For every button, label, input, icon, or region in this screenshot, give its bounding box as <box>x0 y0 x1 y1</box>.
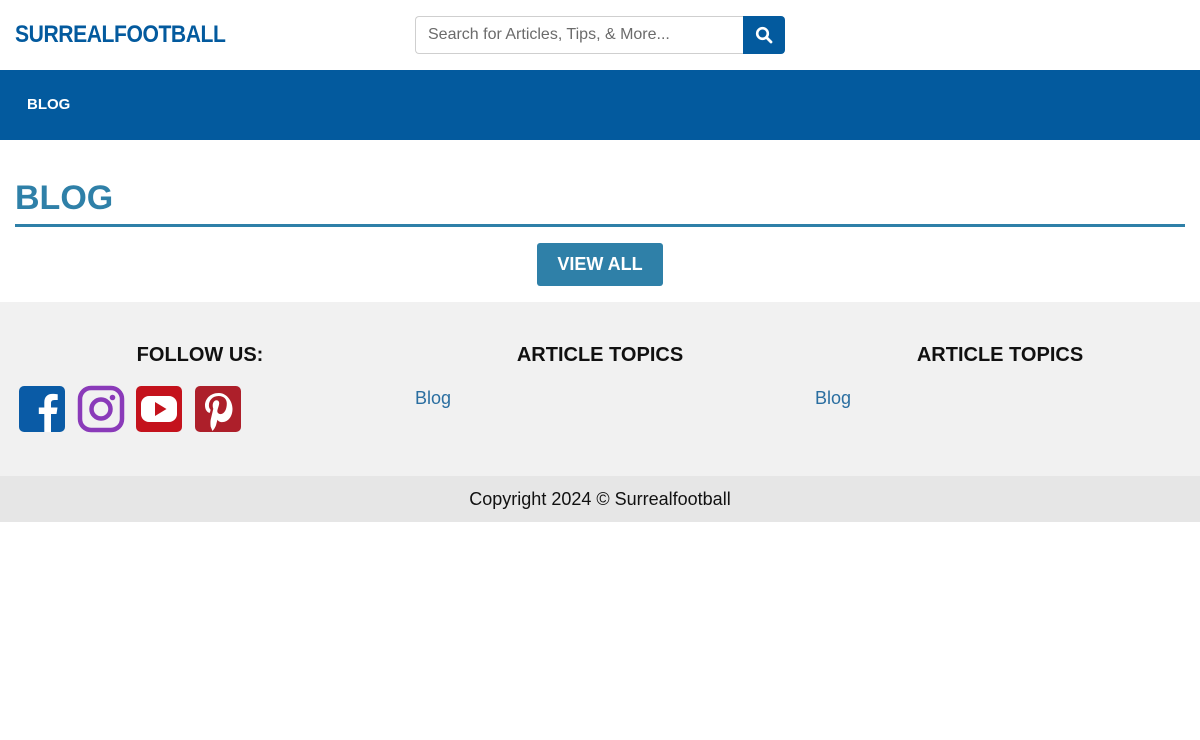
main-nav: BLOG <box>0 70 1200 140</box>
title-divider <box>15 224 1185 227</box>
footer-topics-column: ARTICLE TOPICS Blog <box>800 302 1200 476</box>
topic-link-blog[interactable]: Blog <box>415 386 451 410</box>
site-header: SURREALFOOTBALL <box>0 0 1200 70</box>
search-button[interactable] <box>743 16 785 54</box>
youtube-icon[interactable] <box>135 385 183 433</box>
follow-heading: FOLLOW US: <box>136 344 264 366</box>
instagram-icon[interactable] <box>77 385 125 433</box>
site-logo[interactable]: SURREALFOOTBALL <box>15 20 226 50</box>
search-form <box>415 16 785 54</box>
main-content: BLOG VIEW ALL <box>0 140 1200 302</box>
social-links <box>18 385 252 433</box>
topics-heading: ARTICLE TOPICS <box>916 344 1084 366</box>
footer-follow-column: FOLLOW US: <box>0 302 400 476</box>
topics-heading: ARTICLE TOPICS <box>516 344 684 366</box>
footer-topics-column: ARTICLE TOPICS Blog <box>400 302 800 476</box>
copyright-bar: Copyright 2024 © Surrealfootball <box>0 476 1200 522</box>
nav-item-blog[interactable]: BLOG <box>27 95 70 115</box>
search-input[interactable] <box>415 16 743 54</box>
site-footer: FOLLOW US: ARTICLE TOPICS Blog ARTICLE T… <box>0 302 1200 476</box>
search-icon <box>755 26 773 44</box>
facebook-icon[interactable] <box>18 385 66 433</box>
copyright-text: Copyright 2024 © Surrealfootball <box>469 489 731 509</box>
topic-link-blog[interactable]: Blog <box>815 386 851 410</box>
pinterest-icon[interactable] <box>194 385 242 433</box>
page-title: BLOG <box>15 179 114 217</box>
view-all-button[interactable]: VIEW ALL <box>537 243 663 286</box>
